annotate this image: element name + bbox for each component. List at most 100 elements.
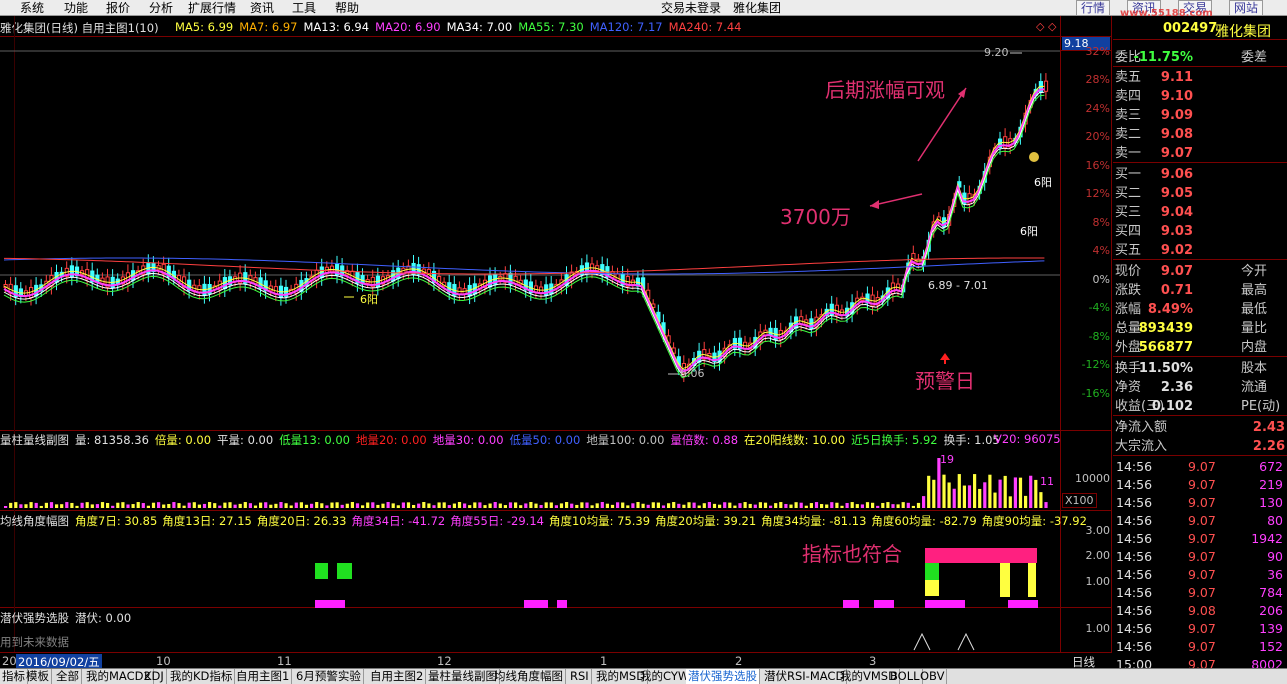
tick-row: 14:56 9.07 130 [1113,494,1287,512]
pct-tick: 24% [1085,102,1110,115]
menu-quote[interactable]: 报价 [106,0,130,16]
nav-site-button[interactable]: 网站 [1229,0,1264,16]
angle-scale: 3.00 [1085,524,1111,537]
ask-price: 9.11 [1160,70,1193,85]
stat-value: 566877 [1138,340,1193,355]
tick-row: 14:56 9.07 152 [1113,638,1287,656]
vol-item: 地量100: 0.00 [586,433,665,447]
bid-label: 买四 [1115,224,1142,239]
annotation-later-gain: 后期涨幅可观 [825,78,945,102]
tab-8[interactable]: 自用主图2 [368,669,427,684]
tick-volume: 130 [1259,495,1283,510]
axis-line [1060,16,1061,652]
stat-value: 8.49% [1147,302,1193,317]
bid-label: 买三 [1115,205,1142,220]
tick-time: 14:56 [1116,495,1153,510]
menu-function[interactable]: 功能 [64,0,88,16]
pct-tick: -16% [1081,387,1110,400]
menu-tools[interactable]: 工具 [292,0,316,16]
pct-tick: 8% [1092,216,1110,229]
ask-row: 卖二 9.08 [1113,125,1287,144]
angle-item: 角度10均量: 75.39 [548,514,651,528]
bid-row: 买四 9.03 [1113,222,1287,241]
divider [0,430,1112,431]
ask-row: 卖一 9.07 [1113,144,1287,163]
six-yang-left: 6阳 [360,293,378,306]
menu-news[interactable]: 资讯 [250,0,274,16]
volume-title: 量柱量线副图 [0,433,69,447]
vol-item: 在20阳线数: 10.00 [744,433,846,447]
flow-label: 净流入额 [1115,420,1168,435]
vol-item: 量: 81358.36 [75,433,149,447]
stat-row: 现价 9.07 今开 [1113,262,1287,281]
stat-row: 收益(三) 0.102 PE(动) [1113,397,1287,416]
tab-14[interactable]: 潜伏强势选股 [686,669,760,684]
vol-item: 量倍数: 0.88 [670,433,739,447]
pct-tick: -4% [1088,301,1110,314]
ask-row: 卖四 9.10 [1113,87,1287,106]
stat-label-right: 最低 [1241,302,1268,317]
bid-label: 买五 [1115,243,1142,258]
month-label: 2 [735,654,743,668]
candles [3,73,1049,383]
tab-6[interactable]: 自用主图1 [234,669,293,684]
date-axis: 20 2016/09/02/五 10 11 12 1 2 3 日线 [0,652,1112,670]
vol-item: 换手: 1.05 [943,433,1000,447]
flow-value: 2.43 [1252,420,1285,435]
tick-volume: 784 [1259,585,1283,600]
menu-help[interactable]: 帮助 [335,0,359,16]
angle-item: 角度55日: -29.14 [450,514,544,528]
tab-11[interactable]: RSI [568,669,592,684]
tick-price: 9.07 [1188,621,1216,636]
menu-bar: 系统 功能 报价 分析 扩展行情 资讯 工具 帮助 交易未登录 雅化集团 行情 … [0,0,1287,19]
tick-time: 14:56 [1116,585,1153,600]
ask-price: 9.10 [1160,89,1193,104]
vol-unit: X100 [1062,493,1097,508]
stat-label: 现价 [1115,264,1142,279]
nav-quote-button[interactable]: 行情 [1076,0,1111,16]
tick-time: 14:56 [1116,477,1153,492]
tab-10[interactable]: 均线角度幅图 [492,669,566,684]
tick-time: 14:56 [1116,459,1153,474]
tick-price: 9.07 [1188,567,1216,582]
six-yang-top: 6阳 [1034,176,1052,189]
tab-9[interactable]: 量柱量线副图 [426,669,500,684]
volume-plot [4,458,1048,508]
stat-label-right: 今开 [1241,264,1268,279]
flow-value: 2.26 [1252,439,1285,454]
tab-2[interactable]: 全部 [54,669,82,684]
ask-label: 卖一 [1115,146,1142,161]
quote-panel: 002497 雅化集团 委比 -11.75% 委差 卖五 9.11 卖四 9.10 … [1113,16,1287,672]
menu-system[interactable]: 系统 [20,0,44,16]
tab-13[interactable]: 我的CYW [638,669,693,684]
six-yang-mid: 6阳 [1020,225,1038,238]
month-label: 12 [437,654,452,668]
pct-tick: 12% [1085,187,1110,200]
tab-18[interactable]: OBV [918,669,948,684]
menu-analysis[interactable]: 分析 [149,0,173,16]
pct-tick: -8% [1088,330,1110,343]
bid-price: 9.02 [1160,243,1193,258]
tick-price: 9.07 [1188,495,1216,510]
tab-4[interactable]: KDJ [142,669,167,684]
tab-7[interactable]: 6月预警实验 [294,669,364,684]
ma-lines [3,85,1045,379]
vol-item: 倍量: 0.00 [154,433,212,447]
tick-price: 9.07 [1188,459,1216,474]
tick-price: 9.07 [1188,477,1216,492]
bid-row: 买三 9.04 [1113,203,1287,222]
lurk-scale: 1.00 [1085,622,1111,635]
kline-chart-area[interactable]: 雅化集团(日线) 自用主图1(10) MA5: 6.99 MA7: 6.97 MA1… [0,16,1112,652]
stat-row: 涨跌 0.71 最高 [1113,281,1287,300]
tab-1[interactable]: 模板 [24,669,52,684]
tab-5[interactable]: 我的KD指标 [168,669,236,684]
annotation-amount: 3700万 [780,205,851,229]
tick-volume: 206 [1259,603,1283,618]
tick-volume: 80 [1267,513,1283,528]
tick-price: 9.07 [1188,639,1216,654]
lurk-title: 潜伏强势选股 [0,611,69,625]
menu-ext-quote[interactable]: 扩展行情 [188,0,236,16]
tab-15[interactable]: 潜伏RSI-MACD [762,669,848,684]
tick-volume: 1942 [1251,531,1283,546]
login-status[interactable]: 交易未登录 [661,0,721,16]
